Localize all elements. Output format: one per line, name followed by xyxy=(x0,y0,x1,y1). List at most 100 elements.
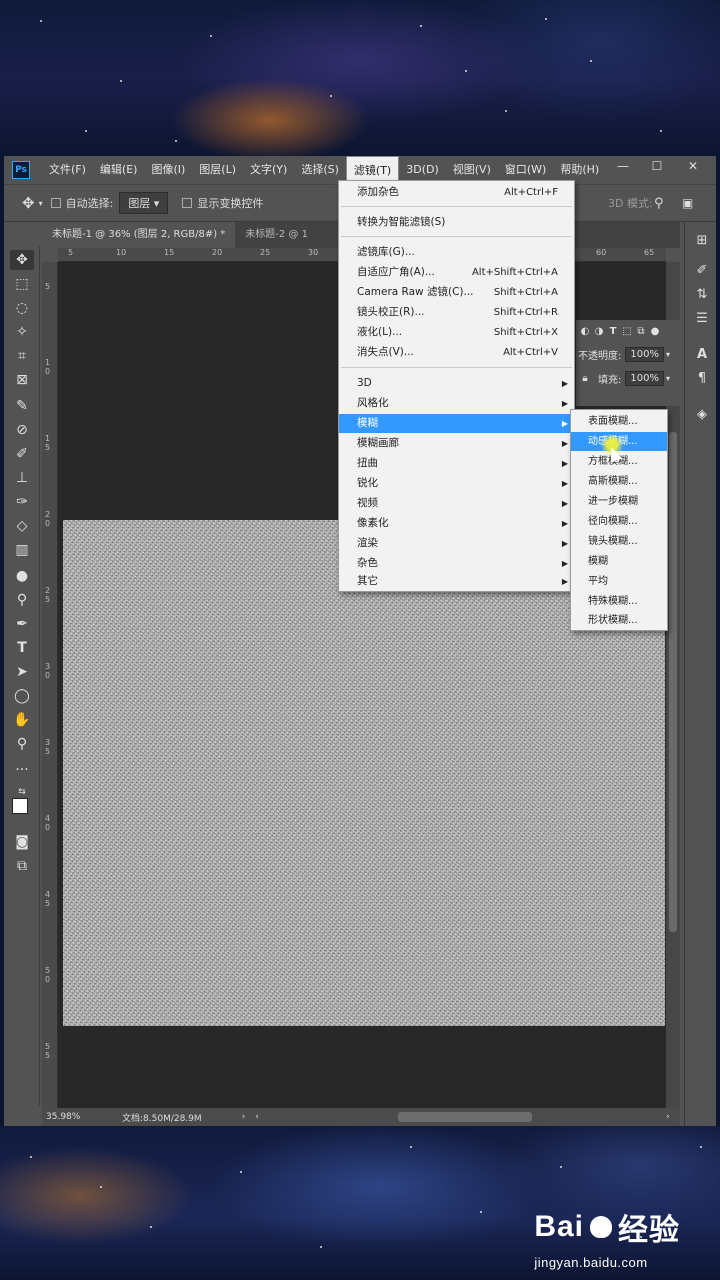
layers-icon[interactable]: ◈ xyxy=(693,406,711,424)
filter-shape-icon[interactable]: ⬚ xyxy=(620,326,634,337)
auto-select-checkbox[interactable] xyxy=(50,198,61,208)
menu-item-3d[interactable]: 3D ▶ xyxy=(339,374,574,393)
history-brush-icon[interactable]: ✑ xyxy=(10,492,34,512)
gradient-tool-icon[interactable]: ▥ xyxy=(10,540,34,560)
menu-file[interactable]: 文件(F) xyxy=(42,156,93,184)
menu-type[interactable]: 文字(Y) xyxy=(243,156,294,184)
paragraph-icon[interactable]: ¶ xyxy=(693,370,711,388)
minimize-icon[interactable]: — xyxy=(606,156,640,176)
menu-item-vanishing-point[interactable]: 消失点(V)... Alt+Ctrl+V xyxy=(339,343,574,362)
eraser-icon[interactable]: ◇ xyxy=(10,516,34,536)
menu-image[interactable]: 图像(I) xyxy=(144,156,192,184)
magic-wand-icon[interactable]: ✧ xyxy=(10,322,34,342)
move-tool-icon[interactable]: ✥ xyxy=(10,250,34,270)
eyedropper-icon[interactable]: ✎ xyxy=(10,396,34,416)
move-tool-icon[interactable]: ✥ xyxy=(22,194,35,212)
tab-document-2[interactable]: 未标题-2 @ 1 xyxy=(235,222,318,248)
menu-item-render[interactable]: 渲染 ▶ xyxy=(339,534,574,553)
filter-type-icon[interactable]: T xyxy=(606,326,620,337)
opacity-field[interactable]: 100% xyxy=(625,346,664,362)
character-icon[interactable]: A xyxy=(693,346,711,364)
filter-adjust-icon[interactable]: ◑ xyxy=(592,326,606,337)
filter-smart-icon[interactable]: ⧉ xyxy=(634,326,648,337)
submenu-item-smart-blur[interactable]: 特殊模糊... xyxy=(571,592,667,611)
crop-tool-icon[interactable]: ⌗ xyxy=(10,346,34,366)
menu-item-lens-correction[interactable]: 镜头校正(R)... Shift+Ctrl+R xyxy=(339,303,574,322)
lock-icon[interactable]: 🔒︎ xyxy=(578,373,592,384)
maximize-icon[interactable]: ☐ xyxy=(640,156,674,176)
menu-item-video[interactable]: 视频 ▶ xyxy=(339,494,574,513)
blur-tool-icon[interactable]: ● xyxy=(10,566,34,586)
auto-select-dropdown[interactable]: 图层 ▾ xyxy=(119,192,169,214)
menu-item-stylize[interactable]: 风格化 ▶ xyxy=(339,394,574,413)
3d-mode-label: 3D 模式: xyxy=(608,197,653,210)
healing-brush-icon[interactable]: ⊘ xyxy=(10,420,34,440)
brush-settings-icon[interactable]: ✐ xyxy=(693,262,711,280)
menu-item-camera-raw[interactable]: Camera Raw 滤镜(C)... Shift+Ctrl+A xyxy=(339,283,574,302)
search-icon[interactable]: ⚲ xyxy=(654,196,664,211)
menu-item-blur-gallery[interactable]: 模糊画廊 ▶ xyxy=(339,434,574,453)
fill-field[interactable]: 100% xyxy=(625,370,664,386)
submenu-item-average[interactable]: 平均 xyxy=(571,572,667,591)
menu-item-noise[interactable]: 杂色 ▶ xyxy=(339,554,574,573)
clone-stamp-icon[interactable]: ⊥ xyxy=(10,468,34,488)
menu-item-pixelate[interactable]: 像素化 ▶ xyxy=(339,514,574,533)
menu-item-adaptive-wide-angle[interactable]: 自适应广角(A)... Alt+Shift+Ctrl+A xyxy=(339,263,574,282)
chevron-down-icon[interactable]: ▾ xyxy=(666,374,670,383)
chevron-down-icon[interactable]: ▾ xyxy=(39,199,43,208)
submenu-item-surface-blur[interactable]: 表面模糊... xyxy=(571,412,667,431)
screen-mode-icon[interactable]: ⧉ xyxy=(10,856,34,876)
menu-item-blur[interactable]: 模糊 ▶ xyxy=(339,414,574,433)
menu-item-convert-smart-filter[interactable]: 转换为智能滤镜(S) xyxy=(339,213,574,232)
menu-layer[interactable]: 图层(L) xyxy=(192,156,243,184)
history-icon[interactable]: ⊞ xyxy=(693,232,711,250)
ellipse-tool-icon[interactable]: ◯ xyxy=(10,686,34,706)
type-tool-icon[interactable]: T xyxy=(10,638,34,658)
foreground-color-swatch[interactable] xyxy=(12,798,28,814)
scroll-right-icon[interactable]: › xyxy=(666,1112,670,1122)
marquee-tool-icon[interactable]: ⬚ xyxy=(10,274,34,294)
zoom-level[interactable]: 35.98% xyxy=(42,1112,92,1122)
horizontal-scrollbar-thumb[interactable] xyxy=(398,1112,532,1122)
lasso-tool-icon[interactable]: ◌ xyxy=(10,298,34,318)
submenu-item-blur-more[interactable]: 进一步模糊 xyxy=(571,492,667,511)
filter-toggle-icon[interactable]: ● xyxy=(648,326,662,337)
scrollbar-thumb[interactable] xyxy=(669,432,677,932)
chevron-down-icon[interactable]: ▾ xyxy=(666,350,670,359)
tab-document-1[interactable]: 未标题-1 @ 36% (图层 2, RGB/8#) * xyxy=(42,222,236,248)
menu-item-distort[interactable]: 扭曲 ▶ xyxy=(339,454,574,473)
dodge-tool-icon[interactable]: ⚲ xyxy=(10,590,34,610)
submenu-item-blur[interactable]: 模糊 xyxy=(571,552,667,571)
menu-item-add-noise[interactable]: 添加杂色 Alt+Ctrl+F xyxy=(339,183,574,202)
scroll-left-icon[interactable]: ‹ xyxy=(255,1112,259,1122)
ruler-label: 1 0 xyxy=(45,358,51,376)
more-tools-icon[interactable]: ··· xyxy=(10,760,34,780)
photoshop-logo-icon[interactable]: Ps xyxy=(12,161,30,179)
adjustments-icon[interactable]: ⇅ xyxy=(693,286,711,304)
status-arrow-icon[interactable]: › xyxy=(242,1112,246,1122)
submenu-item-shape-blur[interactable]: 形状模糊... xyxy=(571,611,667,630)
menu-item-shortcut: Shift+Ctrl+A xyxy=(493,287,558,298)
menu-item-label: 渲染 xyxy=(357,537,378,549)
workspace-icon[interactable]: ▣ xyxy=(682,196,693,210)
pen-tool-icon[interactable]: ✒ xyxy=(10,614,34,634)
path-select-icon[interactable]: ➤ xyxy=(10,662,34,682)
hand-tool-icon[interactable]: ✋ xyxy=(10,710,34,730)
properties-icon[interactable]: ☰ xyxy=(693,310,711,328)
menu-item-liquify[interactable]: 液化(L)... Shift+Ctrl+X xyxy=(339,323,574,342)
zoom-tool-icon[interactable]: ⚲ xyxy=(10,734,34,754)
submenu-item-gaussian-blur[interactable]: 高斯模糊... xyxy=(571,472,667,491)
quick-mask-icon[interactable]: ◙ xyxy=(10,832,34,852)
menu-item-other[interactable]: 其它 ▶ xyxy=(339,572,574,591)
ruler-label: 10 xyxy=(116,248,127,257)
close-icon[interactable]: ✕ xyxy=(676,156,710,176)
filter-pixel-icon[interactable]: ◐ xyxy=(578,326,592,337)
frame-tool-icon[interactable]: ⊠ xyxy=(10,370,34,390)
submenu-item-lens-blur[interactable]: 镜头模糊... xyxy=(571,532,667,551)
menu-edit[interactable]: 编辑(E) xyxy=(93,156,145,184)
menu-item-sharpen[interactable]: 锐化 ▶ xyxy=(339,474,574,493)
brush-tool-icon[interactable]: ✐ xyxy=(10,444,34,464)
menu-item-filter-gallery[interactable]: 滤镜库(G)... xyxy=(339,243,574,262)
show-transform-checkbox[interactable] xyxy=(182,198,193,208)
submenu-item-radial-blur[interactable]: 径向模糊... xyxy=(571,512,667,531)
